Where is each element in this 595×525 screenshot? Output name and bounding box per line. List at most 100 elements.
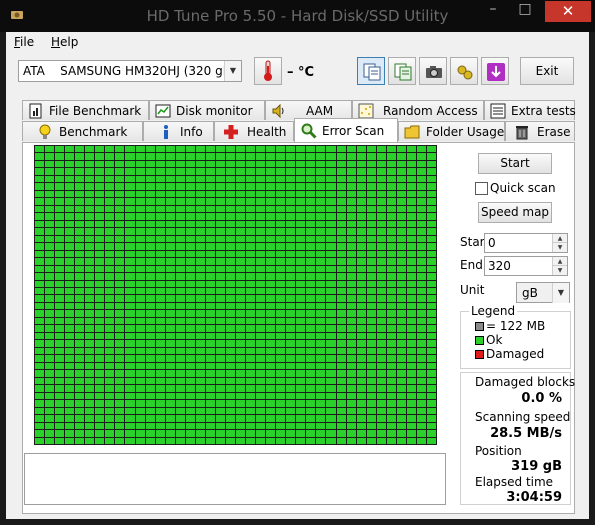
scan-block xyxy=(225,175,235,183)
scan-block xyxy=(396,325,406,332)
scan-block xyxy=(135,437,145,444)
tab-extra-tests[interactable]: Extra tests xyxy=(484,100,576,120)
close-button[interactable]: ✕ xyxy=(545,1,591,22)
scan-block xyxy=(416,228,426,235)
scan-block xyxy=(256,400,266,407)
tab-info-label: Info xyxy=(180,125,203,139)
tab-benchmark[interactable]: Benchmark xyxy=(22,121,143,141)
temperature-button[interactable] xyxy=(254,57,282,85)
scan-block xyxy=(185,295,195,302)
scan-block xyxy=(145,430,155,437)
spin-up-icon[interactable]: ▲ xyxy=(552,257,567,266)
scan-block xyxy=(416,280,426,288)
spin-up-icon[interactable]: ▲ xyxy=(552,234,567,243)
scan-block xyxy=(205,220,215,228)
quick-scan-checkbox[interactable] xyxy=(475,182,488,195)
scan-block xyxy=(65,422,75,430)
tab-random-access[interactable]: Random Access xyxy=(352,100,484,120)
scan-block xyxy=(376,205,386,213)
minimize-button[interactable]: – xyxy=(480,0,506,21)
tab-disk-monitor[interactable]: Disk monitor xyxy=(149,100,265,120)
options-button[interactable] xyxy=(450,57,478,85)
screenshot-button[interactable] xyxy=(419,57,447,85)
tab-aam[interactable]: AAM xyxy=(265,100,352,120)
scan-block xyxy=(326,355,336,362)
start-spinner[interactable]: 0 ▲ ▼ xyxy=(484,233,568,253)
scan-block xyxy=(35,198,45,205)
unit-select-value: gB xyxy=(522,286,538,300)
tab-health-label: Health xyxy=(247,125,287,139)
scan-block xyxy=(426,392,436,400)
scan-block xyxy=(416,392,426,400)
copy-info-button[interactable] xyxy=(388,57,416,85)
end-spinner[interactable]: 320 ▲ ▼ xyxy=(484,256,568,276)
scan-block xyxy=(406,392,416,400)
scan-block xyxy=(125,250,135,258)
menu-help[interactable]: Help xyxy=(51,35,78,49)
scan-block xyxy=(256,377,266,385)
scan-block xyxy=(386,213,396,220)
scan-block xyxy=(195,250,205,258)
scan-block xyxy=(266,340,276,347)
scan-block xyxy=(135,190,145,198)
start-scan-button[interactable]: Start xyxy=(478,153,552,174)
scan-block xyxy=(165,317,175,325)
unit-select[interactable]: gB ▼ xyxy=(516,282,570,303)
spin-down-icon[interactable]: ▼ xyxy=(552,266,567,275)
scan-block xyxy=(376,228,386,235)
disk-monitor-icon xyxy=(155,104,171,118)
tab-erase[interactable]: Erase xyxy=(505,121,575,141)
tab-error-scan[interactable]: Error Scan xyxy=(294,118,398,142)
save-button[interactable] xyxy=(481,57,509,85)
scan-block xyxy=(85,430,95,437)
scan-block xyxy=(175,347,185,355)
scan-block xyxy=(406,213,416,220)
scan-block xyxy=(366,235,376,243)
scan-block xyxy=(115,250,125,258)
scan-block xyxy=(356,310,366,317)
scan-block xyxy=(316,340,326,347)
tab-folder-usage[interactable]: Folder Usage xyxy=(398,121,505,141)
scan-block xyxy=(316,295,326,302)
scan-block xyxy=(426,400,436,407)
scan-block xyxy=(145,228,155,235)
menu-file[interactable]: File xyxy=(14,35,34,49)
scan-block xyxy=(246,430,256,437)
scan-block xyxy=(416,250,426,258)
scan-block xyxy=(406,400,416,407)
scan-block xyxy=(115,213,125,220)
copy-text-button[interactable] xyxy=(357,57,385,85)
scan-block xyxy=(426,422,436,430)
tab-info[interactable]: Info xyxy=(143,121,214,141)
speed-map-button[interactable]: Speed map xyxy=(478,202,552,223)
scan-block xyxy=(175,430,185,437)
scan-block xyxy=(386,175,396,183)
tab-file-benchmark[interactable]: File Benchmark xyxy=(22,100,149,120)
scan-block xyxy=(406,295,416,302)
exit-button[interactable]: Exit xyxy=(520,57,574,85)
scan-block xyxy=(85,205,95,213)
scan-block xyxy=(236,243,246,250)
scan-block xyxy=(426,258,436,265)
drive-select[interactable]: ATA SAMSUNG HM320HJ (320 gB) ▼ xyxy=(18,60,242,82)
scan-block xyxy=(135,198,145,205)
scan-block xyxy=(195,347,205,355)
scan-block xyxy=(205,377,215,385)
scan-block xyxy=(125,198,135,205)
maximize-button[interactable]: □ xyxy=(512,0,538,21)
scan-block xyxy=(256,228,266,235)
scan-block xyxy=(185,355,195,362)
scan-block xyxy=(406,310,416,317)
scan-block xyxy=(396,288,406,295)
scan-block xyxy=(256,220,266,228)
scan-block xyxy=(396,355,406,362)
scan-block xyxy=(175,183,185,190)
spin-down-icon[interactable]: ▼ xyxy=(552,243,567,252)
scan-block xyxy=(155,310,165,317)
scan-block xyxy=(376,258,386,265)
scan-block xyxy=(195,183,205,190)
tab-health[interactable]: Health xyxy=(214,121,294,141)
scan-block xyxy=(366,175,376,183)
scan-block xyxy=(356,377,366,385)
scan-block xyxy=(175,407,185,415)
